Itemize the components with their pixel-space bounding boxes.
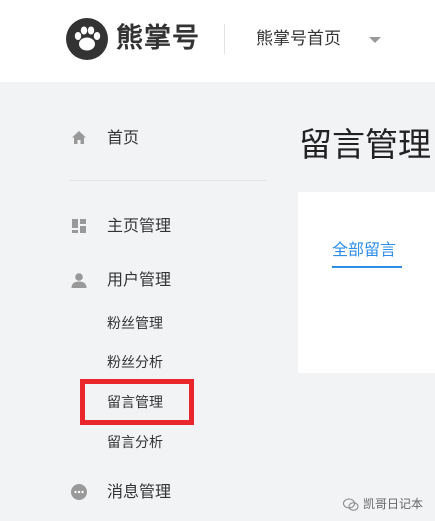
sidebar-item-label: 首页 xyxy=(107,128,140,147)
sidebar-item-message-manage[interactable]: 消息管理 xyxy=(70,477,171,507)
user-icon xyxy=(70,271,88,289)
brand-name[interactable]: 熊掌号 xyxy=(116,22,200,56)
sidebar-item-label: 主页管理 xyxy=(107,216,172,235)
sidebar-item-homepage-manage[interactable]: 主页管理 xyxy=(70,211,171,241)
watermark-text: 凯哥日记本 xyxy=(363,497,424,511)
header-divider xyxy=(224,24,225,54)
top-header: 熊掌号 熊掌号首页 xyxy=(0,0,435,82)
content-card xyxy=(298,192,435,373)
sidebar-subitem-fans-analysis[interactable]: 粉丝分析 xyxy=(107,352,163,374)
wechat-icon xyxy=(343,497,359,511)
chevron-down-icon[interactable] xyxy=(369,37,381,43)
home-page-link[interactable]: 熊掌号首页 xyxy=(256,26,341,52)
active-tab-indicator xyxy=(332,266,402,268)
sidebar-divider xyxy=(70,180,266,181)
house-icon xyxy=(70,129,88,147)
sidebar-subitem-fans-manage[interactable]: 粉丝管理 xyxy=(107,313,163,335)
sidebar-item-user-manage[interactable]: 用户管理 xyxy=(70,265,171,295)
sidebar-item-label: 用户管理 xyxy=(107,270,172,289)
page-title: 留言管理 xyxy=(299,125,431,164)
highlight-annotation-box xyxy=(80,379,194,425)
sidebar-item-home[interactable]: 首页 xyxy=(70,123,139,153)
sidebar-subitem-comment-analysis[interactable]: 留言分析 xyxy=(107,432,163,454)
dashboard-icon xyxy=(70,217,88,235)
tab-all-comments[interactable]: 全部留言 xyxy=(332,238,396,262)
sidebar-item-label: 消息管理 xyxy=(107,482,172,501)
chat-bubble-icon xyxy=(70,483,88,501)
paw-logo-icon[interactable] xyxy=(66,18,108,60)
